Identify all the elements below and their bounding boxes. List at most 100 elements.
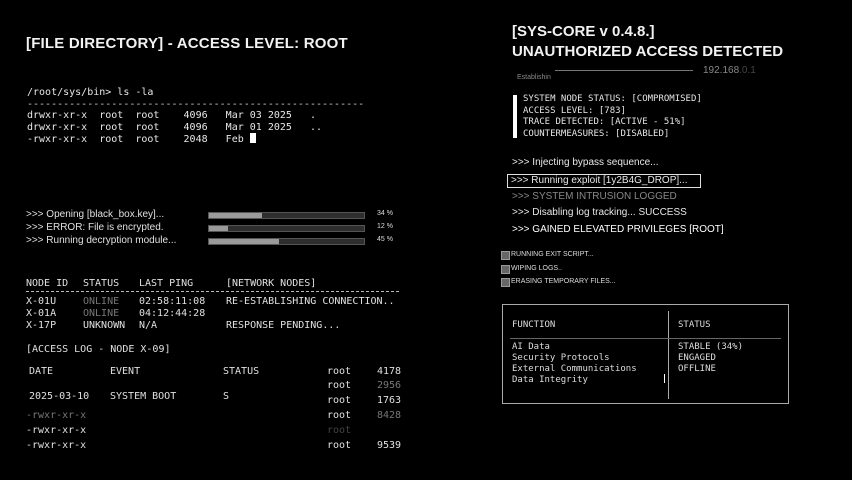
log-status: S xyxy=(223,391,230,402)
terminal-line: drwxr-xr-x root root 4096 Mar 03 2025 . xyxy=(27,110,316,121)
log-owner: root xyxy=(327,425,352,436)
node-note: RE-ESTABLISHING CONNECTION.. xyxy=(226,296,395,307)
log-size: 1763 xyxy=(377,395,402,406)
ip-bright: 192.168 xyxy=(703,65,740,76)
terminal-prompt: /root/sys/bin> ls -la xyxy=(27,87,154,98)
text-cursor xyxy=(664,374,665,383)
log-size: 9539 xyxy=(377,440,402,451)
log-size: 2956 xyxy=(377,380,402,391)
node-id: X-01U xyxy=(26,296,57,307)
task-square-icon xyxy=(501,265,510,274)
column-header: STATUS xyxy=(223,366,260,377)
status-item: STABLE (34%) xyxy=(678,342,744,352)
file-directory-title: [FILE DIRECTORY] - ACCESS LEVEL: ROOT xyxy=(26,35,348,52)
log-perms: -rwxr-xr-x xyxy=(26,410,87,421)
column-header-status: STATUS xyxy=(678,320,711,330)
log-owner: root xyxy=(327,440,352,451)
log-owner: root xyxy=(327,380,352,391)
status-line: ACCESS LEVEL: [783] xyxy=(523,105,626,116)
progress-bar xyxy=(208,238,365,245)
node-id: X-17P xyxy=(26,320,57,331)
column-header: NODE ID xyxy=(26,278,69,289)
progress-percent: 45 % xyxy=(377,236,393,243)
function-item: Data Integrity xyxy=(512,375,588,385)
node-ping: N/A xyxy=(139,320,158,331)
task-label: RUNNING EXIT SCRIPT... xyxy=(511,251,594,258)
table-row: 2025-03-10 SYSTEM BOOT S root 1763 xyxy=(26,391,406,406)
task-square-icon xyxy=(501,278,510,287)
table-row: X-01U ONLINE 02:58:11:08 RE-ESTABLISHING… xyxy=(26,296,406,308)
progress-label: >>> ERROR: File is encrypted. xyxy=(26,222,164,233)
column-header: [NETWORK NODES] xyxy=(226,278,317,289)
log-owner: root xyxy=(327,395,352,406)
nodes-header-row: NODE ID STATUS LAST PING [NETWORK NODES] xyxy=(26,278,406,290)
function-item: External Communications xyxy=(512,364,637,374)
log-event: SYSTEM BOOT xyxy=(110,391,177,402)
node-status: UNKNOWN xyxy=(83,320,126,331)
status-line: SYSTEM NODE STATUS: [COMPROMISED] xyxy=(523,94,702,104)
table-divider xyxy=(510,338,781,339)
node-ping: 02:58:11:08 xyxy=(139,296,206,307)
nodes-divider xyxy=(26,291,399,292)
table-row: -rwxr-xr-x root 9539 xyxy=(26,440,406,452)
node-note: RESPONSE PENDING... xyxy=(226,320,341,331)
table-row: X-17P UNKNOWN N/A RESPONSE PENDING... xyxy=(26,320,406,332)
terminal-line: drwxr-xr-x root root 4096 Mar 01 2025 .. xyxy=(27,121,323,133)
progress-bar xyxy=(208,212,365,219)
log-date: 2025-03-10 xyxy=(29,391,90,402)
status-line: TRACE DETECTED: [ACTIVE - 51%] xyxy=(523,117,686,127)
log-perms: -rwxr-xr-x xyxy=(26,425,87,436)
ip-address: 192.168.0.1 xyxy=(703,65,756,76)
progress-row-error: >>> ERROR: File is encrypted. 12 % xyxy=(26,222,406,234)
access-log-title: [ACCESS LOG - NODE X-09] xyxy=(26,344,171,355)
progress-label: >>> Running decryption module... xyxy=(26,235,177,246)
status-accent-bar xyxy=(513,95,517,138)
network-nodes-table: NODE ID STATUS LAST PING [NETWORK NODES]… xyxy=(26,278,406,332)
task-label: WIPING LOGS.. xyxy=(511,265,562,272)
column-header: STATUS xyxy=(83,278,120,289)
log-owner: root xyxy=(327,410,352,421)
column-header-function: FUNCTION xyxy=(512,320,556,330)
connection-line xyxy=(555,70,693,71)
status-item: ENGAGED xyxy=(678,353,716,363)
command-line: >>> Injecting bypass sequence... xyxy=(512,157,659,168)
node-id: X-01A xyxy=(26,308,57,319)
function-item: Security Protocols xyxy=(512,353,610,363)
system-status-block: SYSTEM NODE STATUS: [COMPROMISED] ACCESS … xyxy=(513,94,753,139)
column-header: EVENT xyxy=(110,366,141,377)
progress-label: >>> Opening [black_box.key]... xyxy=(26,209,165,220)
column-header: DATE xyxy=(29,366,54,377)
node-status: ONLINE xyxy=(83,296,120,307)
command-line: >>> GAINED ELEVATED PRIVILEGES [ROOT] xyxy=(512,224,724,235)
status-line: COUNTERMEASURES: [DISABLED] xyxy=(523,128,670,139)
access-log-header-row: DATE EVENT STATUS root 4178 xyxy=(26,366,406,378)
ip-dim: .0.1 xyxy=(739,65,756,76)
table-row: -rwxr-xr-x root xyxy=(26,425,406,437)
command-line: >>> SYSTEM INTRUSION LOGGED xyxy=(512,191,677,202)
log-size: 4178 xyxy=(377,366,402,377)
progress-row-decrypt: >>> Running decryption module... 45 % xyxy=(26,235,406,247)
progress-row-open: >>> Opening [black_box.key]... 34 % xyxy=(26,209,406,221)
node-status: ONLINE xyxy=(83,308,120,319)
progress-percent: 34 % xyxy=(377,210,393,217)
command-line: >>> Disabling log tracking... SUCCESS xyxy=(512,207,687,218)
progress-percent: 12 % xyxy=(377,223,393,230)
sys-core-title: [SYS-CORE v 0.4.8.] xyxy=(512,23,655,40)
table-row: -rwxr-xr-x root 8428 xyxy=(26,410,406,422)
terminal-output: /root/sys/bin> ls -la -------------------… xyxy=(27,87,364,146)
table-row: X-01A ONLINE 04:12:44:28 xyxy=(26,308,406,320)
task-square-icon xyxy=(501,251,510,260)
log-perms: -rwxr-xr-x xyxy=(26,440,87,451)
log-owner: root xyxy=(327,366,352,377)
terminal-line: -rwxr-xr-x root root 2048 Feb xyxy=(27,134,250,145)
status-item: OFFLINE xyxy=(678,364,716,374)
task-label: ERASING TEMPORARY FILES... xyxy=(511,278,616,285)
establishing-label: Establishin xyxy=(517,74,551,81)
terminal-cursor xyxy=(249,133,256,143)
column-header: LAST PING xyxy=(139,278,194,289)
node-ping: 04:12:44:28 xyxy=(139,308,206,319)
progress-bar xyxy=(208,225,365,232)
command-line-highlighted: >>> Running exploit [1y2B4G_DROP]... xyxy=(507,174,701,188)
function-item: AI Data xyxy=(512,342,550,352)
table-divider xyxy=(668,311,669,399)
